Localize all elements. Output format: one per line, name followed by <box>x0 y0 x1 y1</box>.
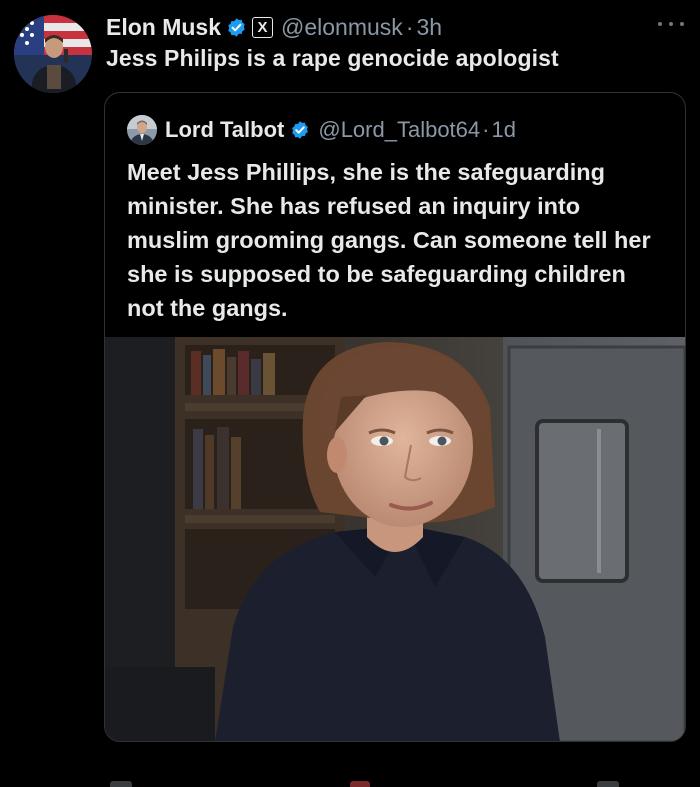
quoted-author-handle[interactable]: @Lord_Talbot64 <box>318 117 480 143</box>
quoted-post-text: Meet Jess Phillips, she is the safeguard… <box>127 159 651 321</box>
quoted-author-avatar[interactable] <box>127 115 157 145</box>
separator-dot: · <box>405 13 414 40</box>
post-header: Elon Musk X @elonmusk · 3h <box>106 10 442 44</box>
x-affiliation-icon: X <box>252 16 274 38</box>
author-name[interactable]: Elon Musk <box>106 14 221 41</box>
quoted-post-image[interactable] <box>105 337 685 741</box>
verified-badge-icon <box>226 17 247 38</box>
post-time[interactable]: 3h <box>416 14 442 41</box>
quoted-author-name[interactable]: Lord Talbot <box>165 117 284 143</box>
post-text: Jess Philips is a rape genocide apologis… <box>106 45 559 71</box>
quoted-post-header: Lord Talbot @Lord_Talbot64 · 1d <box>127 115 516 145</box>
author-avatar[interactable] <box>14 15 92 93</box>
avatar-image <box>14 15 92 93</box>
verified-badge-icon <box>290 120 310 140</box>
quoted-post-time[interactable]: 1d <box>491 117 515 143</box>
separator-dot: · <box>482 117 490 142</box>
action-bar-peek <box>104 778 700 787</box>
quoted-post-card[interactable]: Lord Talbot @Lord_Talbot64 · 1d Meet Jes… <box>104 92 686 742</box>
author-handle[interactable]: @elonmusk <box>281 14 403 41</box>
more-options-icon[interactable] <box>656 14 686 34</box>
